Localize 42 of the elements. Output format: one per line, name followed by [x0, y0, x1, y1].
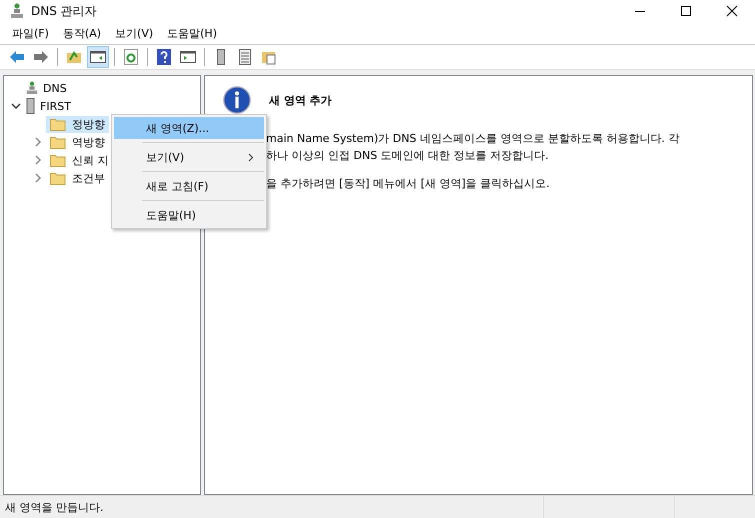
menu-item[interactable]: 새로 고침(F) [114, 175, 264, 197]
tree-item[interactable]: 정방향 [46, 116, 109, 132]
tree-item[interactable]: FIRST [40, 100, 71, 112]
menu-item[interactable]: 보기(V) [114, 146, 264, 168]
folder-icon [50, 136, 66, 148]
maximize-icon[interactable] [680, 5, 692, 17]
tree-item[interactable]: 신뢰 지 [46, 152, 112, 168]
description-text: main Name System)가 DNS 네임스페이스를 영역으로 분할하도록 허용합니다. 각 [266, 131, 680, 147]
server-icon [217, 49, 225, 65]
description-text: 하나 이상의 인접 DNS 도메인에 대한 정보를 저장합니다. [266, 148, 550, 164]
menu-item[interactable]: 도움말(H) [167, 26, 217, 40]
help-icon [157, 49, 171, 65]
toolbar-button[interactable] [87, 46, 109, 68]
tree-item[interactable]: DNS [43, 82, 67, 94]
menu-item[interactable]: 새 영역(Z)... [114, 117, 264, 139]
tree-item[interactable]: 역방향 [46, 134, 109, 150]
forward-arrow-icon [33, 50, 49, 64]
detail-title: 새 영역 추가 [269, 92, 332, 108]
refresh-icon [124, 49, 138, 65]
dns-icon [10, 3, 24, 19]
window-title: DNS 관리자 [31, 2, 97, 20]
description-text: 을 추가하려면 [동작] 메뉴에서 [새 영역]을 클릭하십시오. [266, 176, 551, 192]
menu-item[interactable]: 동작(A) [62, 26, 102, 40]
dns-icon [26, 81, 38, 95]
folder-icon [50, 118, 66, 130]
expander-icon[interactable] [11, 101, 21, 111]
folder-icon [50, 154, 66, 166]
close-icon[interactable] [726, 5, 738, 17]
menu-item[interactable]: 도움말(H) [114, 204, 264, 226]
menu-item[interactable]: 보기(V) [115, 26, 154, 40]
server-icon [26, 98, 35, 114]
folder-icon [50, 172, 66, 184]
pane-icon [180, 50, 196, 64]
pane-icon [90, 50, 106, 64]
status-text: 새 영역을 만듭니다. [4, 500, 104, 514]
menu-item[interactable]: 파일(F) [12, 26, 49, 40]
folder-icon [261, 49, 277, 65]
info-icon [223, 86, 251, 114]
folder-up-icon [66, 50, 82, 64]
tree-item[interactable]: 조건부 [46, 170, 109, 186]
list-icon [239, 49, 251, 65]
back-arrow-icon [9, 50, 25, 64]
